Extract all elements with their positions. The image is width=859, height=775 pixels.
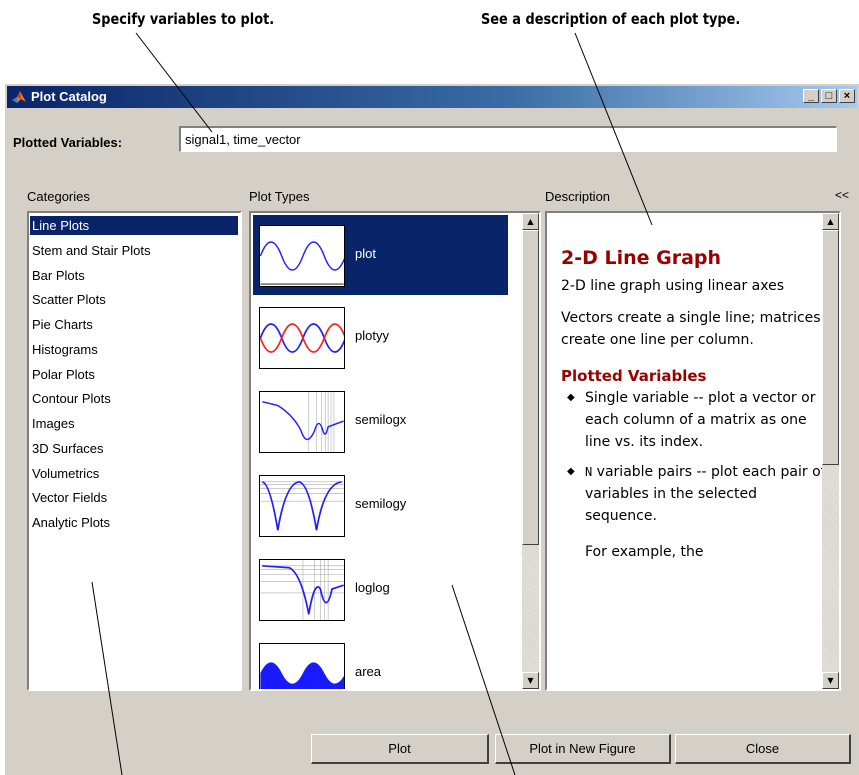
title-bar[interactable]: Plot Catalog _ □ × [7, 86, 857, 108]
category-bar-plots[interactable]: Bar Plots [30, 266, 87, 285]
plot-thumbnail-icon [259, 225, 345, 287]
scroll-up-arrow-icon[interactable]: ▲ [522, 213, 539, 230]
maximize-button[interactable]: □ [821, 89, 837, 103]
description-bullet: ◆ N variable pairs -- plot each pair of v… [561, 461, 829, 527]
description-content: 2-D Line Graph 2-D line graph using line… [561, 247, 829, 573]
callout-specify-variables: Specify variables to plot. [92, 10, 275, 28]
category-line-plots[interactable]: Line Plots [29, 215, 239, 236]
description-body: Vectors create a single line; matrices c… [561, 310, 821, 348]
category-analytic-plots[interactable]: Analytic Plots [30, 513, 112, 532]
plot-in-new-figure-button[interactable]: Plot in New Figure [495, 734, 671, 764]
category-vector-fields[interactable]: Vector Fields [30, 488, 109, 507]
category-pie-charts[interactable]: Pie Charts [30, 315, 95, 334]
description-scrollbar[interactable]: ▲ ▼ [822, 213, 839, 689]
plotted-variables-label: Plotted Variables: [13, 135, 123, 150]
plotted-variables-input[interactable]: signal1, time_vector [179, 126, 837, 152]
category-3d-surfaces[interactable]: 3D Surfaces [30, 439, 106, 458]
loglog-thumbnail-icon [259, 559, 345, 621]
plot-type-area[interactable]: area [253, 633, 508, 689]
close-button[interactable]: Close [675, 734, 851, 764]
category-volumetrics[interactable]: Volumetrics [30, 464, 101, 483]
plot-type-label: loglog [355, 580, 390, 595]
category-scatter-plots[interactable]: Scatter Plots [30, 290, 108, 309]
plot-types-label: Plot Types [249, 189, 310, 204]
plot-catalog-window: Plot Catalog _ □ × Plotted Variables: si… [4, 83, 859, 775]
bullet-icon: ◆ [567, 392, 575, 403]
bullet-icon: ◆ [567, 466, 575, 477]
close-window-button[interactable]: × [839, 89, 855, 103]
collapse-description-button[interactable]: << [835, 188, 849, 202]
category-polar-plots[interactable]: Polar Plots [30, 365, 97, 384]
plot-type-semilogx[interactable]: semilogx [253, 381, 508, 461]
semilogx-thumbnail-icon [259, 391, 345, 453]
minimize-button[interactable]: _ [803, 89, 819, 103]
plot-type-label: plotyy [355, 328, 389, 343]
plot-button[interactable]: Plot [311, 734, 489, 764]
plot-type-label: semilogx [355, 412, 407, 427]
bullet-text: Single variable -- plot a vector or each… [585, 390, 816, 450]
area-thumbnail-icon [259, 643, 345, 689]
category-images[interactable]: Images [30, 414, 77, 433]
semilogy-thumbnail-icon [259, 475, 345, 537]
plot-type-label: plot [355, 246, 376, 261]
category-stem-and-stair-plots[interactable]: Stem and Stair Plots [30, 241, 153, 260]
plot-type-label: semilogy [355, 496, 407, 511]
scroll-down-arrow-icon[interactable]: ▼ [822, 672, 839, 689]
category-histograms[interactable]: Histograms [30, 340, 100, 359]
callout-description: See a description of each plot type. [481, 10, 741, 28]
category-contour-plots[interactable]: Contour Plots [30, 389, 113, 408]
scroll-thumb[interactable] [822, 230, 839, 465]
plot-types-list[interactable]: plot plotyy semilogx semilogy loglog are… [249, 211, 541, 691]
categories-label: Categories [27, 189, 90, 204]
plot-types-scrollbar[interactable]: ▲ ▼ [522, 213, 539, 689]
scroll-down-arrow-icon[interactable]: ▼ [522, 672, 539, 689]
description-panel: 2-D Line Graph 2-D line graph using line… [545, 211, 841, 691]
description-label: Description [545, 189, 611, 204]
plotyy-thumbnail-icon [259, 307, 345, 369]
plot-type-plotyy[interactable]: plotyy [253, 297, 508, 377]
window-title: Plot Catalog [31, 89, 107, 104]
description-subtitle: 2-D line graph using linear axes [561, 278, 784, 294]
plot-type-plot[interactable]: plot [253, 215, 508, 295]
bullet-text: variable pairs -- plot each pair of vari… [585, 464, 826, 524]
scroll-thumb[interactable] [522, 230, 539, 545]
description-section-heading: Plotted Variables [561, 367, 707, 385]
categories-list[interactable]: Line Plots Stem and Stair Plots Bar Plot… [27, 211, 242, 691]
description-bullet: ◆ Single variable -- plot a vector or eac… [561, 387, 829, 453]
scroll-up-arrow-icon[interactable]: ▲ [822, 213, 839, 230]
plot-type-label: area [355, 664, 382, 679]
matlab-logo-icon [12, 91, 26, 103]
description-example: For example, the [585, 544, 704, 560]
description-title: 2-D Line Graph [561, 247, 722, 269]
plot-type-semilogy[interactable]: semilogy [253, 465, 508, 545]
plot-type-loglog[interactable]: loglog [253, 549, 508, 629]
